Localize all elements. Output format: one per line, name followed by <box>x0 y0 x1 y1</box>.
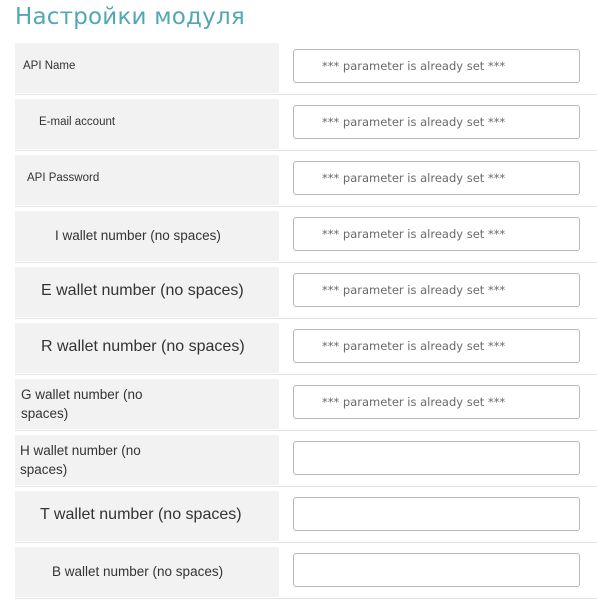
page-title: Настройки модуля <box>15 4 245 30</box>
b-wallet-input[interactable] <box>293 553 580 587</box>
r-wallet-label: R wallet number (no spaces) <box>41 338 245 355</box>
label-cell: H wallet number (no spaces) <box>15 435 279 485</box>
setting-row-i-wallet: I wallet number (no spaces) <box>15 211 597 267</box>
row-divider <box>15 318 597 319</box>
g-wallet-input[interactable] <box>293 385 580 419</box>
label-cell: E wallet number (no spaces) <box>15 267 279 317</box>
label-cell: R wallet number (no spaces) <box>15 323 279 373</box>
e-wallet-label: E wallet number (no spaces) <box>41 282 244 299</box>
i-wallet-input[interactable] <box>293 217 580 251</box>
email-account-label: E-mail account <box>39 116 116 128</box>
t-wallet-label: T wallet number (no spaces) <box>40 506 242 523</box>
api-name-input[interactable] <box>293 49 580 83</box>
setting-row-h-wallet: H wallet number (no spaces) <box>15 435 597 491</box>
setting-row-e-wallet: E wallet number (no spaces) <box>15 267 597 323</box>
api-password-input[interactable] <box>293 161 580 195</box>
setting-row-api-password: API Password <box>15 155 597 211</box>
field-cell <box>279 211 597 261</box>
label-cell: B wallet number (no spaces) <box>15 547 279 597</box>
setting-row-email-account: E-mail account <box>15 99 597 155</box>
r-wallet-input[interactable] <box>293 329 580 363</box>
row-divider <box>15 486 597 487</box>
row-divider <box>15 374 597 375</box>
setting-row-t-wallet: T wallet number (no spaces) <box>15 491 597 547</box>
t-wallet-input[interactable] <box>293 497 580 531</box>
field-cell <box>279 379 597 429</box>
h-wallet-input[interactable] <box>293 441 580 475</box>
api-name-label: API Name <box>23 60 76 72</box>
row-divider <box>15 94 597 95</box>
row-divider <box>15 206 597 207</box>
b-wallet-label: B wallet number (no spaces) <box>52 564 224 579</box>
field-cell <box>279 323 597 373</box>
field-cell <box>279 435 597 485</box>
api-password-label: API Password <box>27 172 100 184</box>
field-cell <box>279 43 597 93</box>
settings-form: API Name E-mail account API Password I w… <box>15 43 597 603</box>
field-cell <box>279 155 597 205</box>
row-divider <box>15 430 597 431</box>
field-cell <box>279 491 597 541</box>
i-wallet-label: I wallet number (no spaces) <box>55 228 221 243</box>
e-wallet-input[interactable] <box>293 273 580 307</box>
setting-row-api-name: API Name <box>15 43 597 99</box>
row-divider <box>15 542 597 543</box>
setting-row-r-wallet: R wallet number (no spaces) <box>15 323 597 379</box>
row-divider <box>15 598 597 599</box>
label-cell: I wallet number (no spaces) <box>15 211 279 261</box>
label-cell: API Password <box>15 155 279 205</box>
field-cell <box>279 547 597 597</box>
field-cell <box>279 267 597 317</box>
setting-row-b-wallet: B wallet number (no spaces) <box>15 547 597 603</box>
label-cell: API Name <box>15 43 279 93</box>
email-account-input[interactable] <box>293 105 580 139</box>
row-divider <box>15 262 597 263</box>
label-cell: E-mail account <box>15 99 279 149</box>
g-wallet-label: G wallet number (no spaces) <box>21 387 143 421</box>
h-wallet-label: H wallet number (no spaces) <box>20 443 141 477</box>
label-cell: G wallet number (no spaces) <box>15 379 279 429</box>
setting-row-g-wallet: G wallet number (no spaces) <box>15 379 597 435</box>
label-cell: T wallet number (no spaces) <box>15 491 279 541</box>
field-cell <box>279 99 597 149</box>
row-divider <box>15 150 597 151</box>
